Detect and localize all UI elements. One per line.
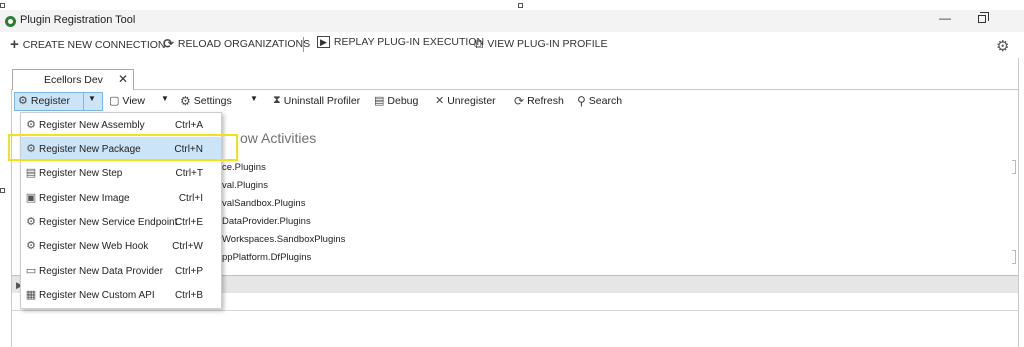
debug-button[interactable]: ▤ Debug bbox=[374, 94, 419, 108]
menu-item-label: Register New Assembly bbox=[39, 119, 145, 131]
step-icon: ▤ bbox=[25, 167, 37, 179]
register-dropdown-arrow[interactable]: ▼ bbox=[88, 94, 96, 103]
frame-border-right bbox=[1018, 58, 1019, 347]
menu-item-shortcut: Ctrl+A bbox=[174, 119, 203, 131]
menu-item-label: Register New Data Provider bbox=[39, 265, 163, 277]
window-title: Plugin Registration Tool bbox=[20, 14, 136, 26]
menu-item-shortcut: Ctrl+T bbox=[175, 167, 204, 179]
menu-item-shortcut: Ctrl+W bbox=[172, 240, 203, 252]
section-heading: ow Activities bbox=[240, 130, 317, 146]
refresh-label: Refresh bbox=[527, 95, 564, 107]
menu-item-register-new-web-hook[interactable]: ⚙ Register New Web Hook Ctrl+W bbox=[21, 234, 221, 258]
list-item[interactable]: DataProvider.Plugins bbox=[222, 216, 311, 227]
hourglass-icon: ⧗ bbox=[273, 94, 281, 106]
search-label: Search bbox=[588, 95, 623, 107]
create-new-connection-button[interactable]: + CREATE NEW CONNECTION bbox=[10, 36, 166, 53]
menu-item-shortcut: Ctrl+P bbox=[174, 265, 203, 277]
list-item[interactable]: val.Plugins bbox=[222, 180, 268, 191]
replay-plugin-execution-button[interactable]: ▶ REPLAY PLUG-IN EXECUTION bbox=[317, 36, 484, 48]
close-icon[interactable]: ✕ bbox=[118, 72, 128, 86]
command-separator bbox=[303, 37, 304, 52]
title-bar bbox=[0, 10, 1024, 32]
data-provider-icon: ▭ bbox=[25, 265, 37, 277]
panel-divider bbox=[12, 310, 1018, 311]
unregister-button[interactable]: ✕ Unregister bbox=[435, 94, 496, 108]
menu-item-label: Register New Image bbox=[39, 192, 130, 204]
chevron-down-icon: ▼ bbox=[250, 94, 258, 103]
menu-item-label: Register New Custom API bbox=[39, 289, 155, 301]
search-icon: ⚲ bbox=[577, 94, 586, 108]
view-dropdown-arrow[interactable]: ▼ bbox=[161, 94, 169, 103]
menu-item-register-new-custom-api[interactable]: ▦ Register New Custom API Ctrl+B bbox=[21, 283, 221, 307]
minimize-button[interactable]: — bbox=[939, 11, 951, 25]
tab-strip-line bbox=[134, 89, 1018, 90]
gear-icon[interactable]: ⚙ bbox=[996, 37, 1009, 55]
menu-item-shortcut: Ctrl+I bbox=[178, 192, 203, 204]
frame-border-left bbox=[11, 89, 12, 347]
refresh-button[interactable]: ⟳ Refresh bbox=[514, 94, 564, 108]
menu-item-label: Register New Service Endpoint bbox=[39, 216, 178, 228]
replay-plugin-execution-label: REPLAY PLUG-IN EXECUTION bbox=[333, 36, 485, 48]
reload-organizations-button[interactable]: ⟳ RELOAD ORGANIZATIONS bbox=[163, 36, 310, 52]
settings-gear-icon: ⚙ bbox=[180, 94, 191, 108]
refresh-icon: ⟳ bbox=[514, 94, 525, 108]
reload-organizations-label: RELOAD ORGANIZATIONS bbox=[177, 38, 311, 50]
list-item[interactable]: Workspaces.SandboxPlugins bbox=[222, 234, 345, 245]
menu-item-label: Register New Step bbox=[39, 167, 123, 179]
view-plugin-profile-button[interactable]: ⧉ VIEW PLUG-IN PROFILE bbox=[474, 36, 607, 52]
list-item[interactable]: ppPlatform.DfPlugins bbox=[222, 252, 311, 263]
tab-label: Ecellors Dev bbox=[44, 74, 103, 86]
resize-handle-top-left[interactable] bbox=[0, 3, 5, 8]
service-endpoint-icon: ⚙ bbox=[26, 216, 36, 228]
debug-label: Debug bbox=[387, 94, 419, 107]
menu-item-register-new-step[interactable]: ▤ Register New Step Ctrl+T bbox=[21, 161, 221, 185]
register-icon: ⚙ bbox=[18, 95, 28, 107]
uninstall-profiler-button[interactable]: ⧗ Uninstall Profiler bbox=[273, 94, 360, 107]
replay-icon: ▶ bbox=[317, 36, 330, 48]
chevron-down-icon: ▼ bbox=[88, 94, 96, 103]
chevron-down-icon: ▼ bbox=[161, 94, 169, 103]
scroll-edge bbox=[1012, 250, 1016, 264]
resize-handle-top[interactable] bbox=[518, 3, 523, 8]
reload-icon: ⟳ bbox=[163, 36, 174, 51]
highlight-callout-box bbox=[8, 134, 238, 161]
custom-api-icon: ▦ bbox=[25, 289, 37, 301]
view-button[interactable]: ▢ View bbox=[109, 94, 145, 108]
register-split-divider bbox=[83, 93, 84, 110]
menu-item-shortcut: Ctrl+E bbox=[174, 216, 203, 228]
assembly-icon: ⚙ bbox=[26, 119, 36, 131]
debug-icon: ▤ bbox=[374, 95, 385, 107]
resize-handle-left[interactable] bbox=[0, 188, 5, 193]
menu-item-register-new-service-endpoint[interactable]: ⚙ Register New Service Endpoint Ctrl+E bbox=[21, 210, 221, 234]
settings-label: Settings bbox=[193, 95, 232, 107]
menu-item-register-new-data-provider[interactable]: ▭ Register New Data Provider Ctrl+P bbox=[21, 259, 221, 283]
list-item[interactable]: ce.Plugins bbox=[222, 162, 266, 173]
menu-item-label: Register New Web Hook bbox=[39, 240, 149, 252]
unregister-label: Unregister bbox=[447, 94, 496, 107]
restore-button[interactable] bbox=[978, 12, 989, 23]
plus-icon: + bbox=[10, 36, 19, 53]
unregister-icon: ✕ bbox=[435, 95, 445, 107]
menu-item-shortcut: Ctrl+B bbox=[174, 289, 203, 301]
settings-button[interactable]: ⚙ Settings bbox=[180, 94, 232, 108]
menu-item-register-new-image[interactable]: ▣ Register New Image Ctrl+I bbox=[21, 186, 221, 210]
register-button[interactable]: ⚙ Register bbox=[18, 94, 70, 108]
image-icon: ▣ bbox=[25, 192, 37, 204]
view-plugin-profile-label: VIEW PLUG-IN PROFILE bbox=[487, 38, 608, 50]
view-icon: ▢ bbox=[109, 95, 120, 107]
list-item[interactable]: valSandbox.Plugins bbox=[222, 198, 305, 209]
settings-dropdown-arrow[interactable]: ▼ bbox=[250, 94, 258, 103]
view-label: View bbox=[122, 94, 145, 107]
scroll-edge bbox=[1012, 160, 1016, 174]
uninstall-profiler-label: Uninstall Profiler bbox=[283, 94, 361, 107]
app-icon bbox=[5, 16, 16, 27]
profile-icon: ⧉ bbox=[474, 36, 484, 51]
web-hook-icon: ⚙ bbox=[26, 240, 36, 252]
create-new-connection-label: CREATE NEW CONNECTION bbox=[22, 38, 166, 51]
search-button[interactable]: ⚲ Search bbox=[577, 94, 622, 108]
register-label: Register bbox=[30, 94, 70, 107]
